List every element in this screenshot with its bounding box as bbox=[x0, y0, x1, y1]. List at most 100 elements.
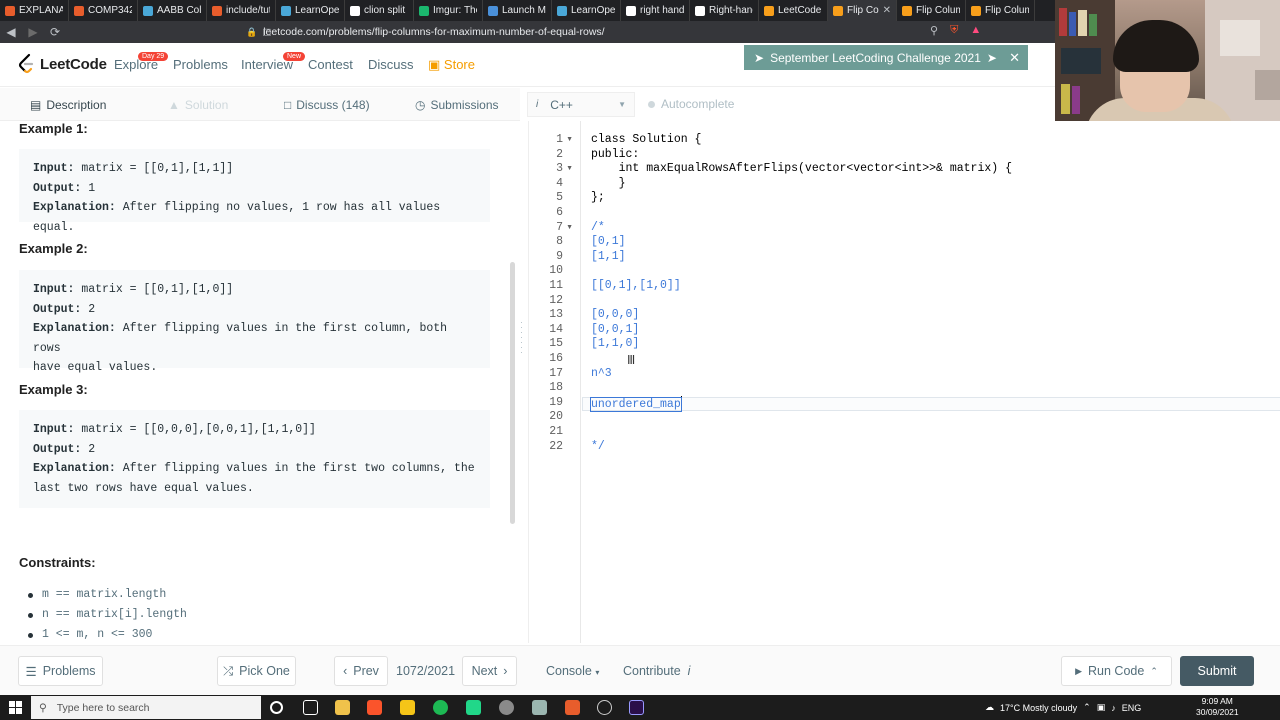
editor-footer: ☰ Problems ⤮ Pick One ‹ Prev 1072/2021 N… bbox=[0, 645, 1280, 695]
code-line[interactable]: */ bbox=[591, 440, 605, 453]
code-line[interactable]: }; bbox=[591, 191, 605, 204]
weather-text[interactable]: 17°C Mostly cloudy bbox=[1000, 703, 1077, 713]
browser-tab[interactable]: LeetCode - bbox=[759, 0, 828, 21]
tab-solution[interactable]: ▲ Solution bbox=[168, 98, 228, 112]
bookmark-icon[interactable]: □ bbox=[256, 25, 278, 39]
code-line[interactable]: public: bbox=[591, 148, 639, 161]
language-select[interactable]: i C++ ▼ bbox=[527, 92, 635, 117]
url-field[interactable]: 🔒 leetcode.com/problems/flip-columns-for… bbox=[246, 26, 605, 38]
browser-tab[interactable]: include/tute bbox=[207, 0, 276, 21]
browser-tab[interactable]: clion split sc bbox=[345, 0, 414, 21]
chevron-up-icon: ⌃ bbox=[1150, 665, 1158, 676]
clock-icon: ◷ bbox=[415, 98, 426, 112]
code-line[interactable]: [1,1] bbox=[591, 250, 626, 263]
code-line[interactable]: [1,1,0] bbox=[591, 337, 639, 350]
code-line[interactable]: int maxEqualRowsAfterFlips(vector<vector… bbox=[591, 162, 1012, 175]
close-tab-icon[interactable]: ✕ bbox=[883, 5, 891, 16]
tab-favicon-icon bbox=[281, 5, 291, 16]
brave-rewards-icon[interactable]: ▲ bbox=[970, 24, 981, 37]
cortana-icon[interactable] bbox=[270, 701, 283, 714]
windows-start-icon[interactable] bbox=[9, 701, 23, 715]
code-line[interactable]: /* bbox=[591, 221, 605, 234]
code-line[interactable]: [[0,1],[1,0]] bbox=[591, 279, 681, 292]
fold-chevron-icon[interactable]: ▼ bbox=[566, 165, 573, 172]
browser-tab[interactable]: LearnOpenG bbox=[276, 0, 345, 21]
code-line[interactable]: [0,0,0] bbox=[591, 308, 639, 321]
description-scrollbar[interactable] bbox=[510, 262, 515, 524]
tab-discuss[interactable]: □ Discuss (148) bbox=[284, 98, 370, 112]
autocomplete-toggle[interactable]: Autocomplete bbox=[648, 97, 734, 111]
browser-tab[interactable]: EXPLANATIO bbox=[0, 0, 69, 21]
problems-list-button[interactable]: ☰ Problems bbox=[18, 656, 103, 686]
example-input: matrix = [[0,1],[1,1]] bbox=[74, 162, 234, 175]
brave-browser-icon[interactable] bbox=[367, 700, 382, 715]
back-icon[interactable]: ◀ bbox=[0, 25, 22, 39]
browser-tab[interactable]: Flip Column bbox=[966, 0, 1035, 21]
browser-tab[interactable]: Flip Colu ✕ bbox=[828, 0, 897, 21]
file-explorer-icon[interactable] bbox=[335, 700, 350, 715]
spotify-icon[interactable] bbox=[433, 700, 448, 715]
tab-submissions[interactable]: ◷ Submissions bbox=[415, 98, 499, 112]
chevron-up-icon[interactable]: ⌃ bbox=[1083, 702, 1091, 713]
line-number: 17 bbox=[549, 366, 563, 380]
constraint-item: m == matrix.length bbox=[27, 588, 167, 601]
close-icon[interactable]: ✕ bbox=[1009, 50, 1020, 66]
code-line[interactable]: } bbox=[591, 177, 626, 190]
browser-tab[interactable]: Flip Column bbox=[897, 0, 966, 21]
reload-icon[interactable]: ⟳ bbox=[44, 25, 66, 39]
chevron-right-icon: › bbox=[503, 664, 508, 678]
code-line[interactable]: n^3 bbox=[591, 367, 612, 380]
tab-favicon-icon bbox=[488, 5, 498, 16]
brave-shield-icon[interactable]: ⛨ bbox=[950, 24, 958, 37]
console-toggle[interactable]: Console ▾ bbox=[546, 664, 599, 678]
panel-splitter-handle[interactable]: · · · · · · · bbox=[520, 318, 524, 370]
submit-button[interactable]: Submit bbox=[1180, 656, 1254, 686]
volume-icon[interactable]: ♪ bbox=[1111, 703, 1116, 713]
browser-tab[interactable]: Imgur: The m bbox=[414, 0, 483, 21]
app-icon[interactable] bbox=[565, 700, 580, 715]
app-icon[interactable] bbox=[532, 700, 547, 715]
tab-description[interactable]: ▤ Description bbox=[30, 98, 106, 112]
premiere-icon[interactable] bbox=[629, 700, 644, 715]
nav-discuss[interactable]: Discuss bbox=[368, 57, 414, 72]
code-line[interactable]: unordered_map bbox=[590, 395, 682, 412]
browser-tab[interactable]: Right-hand bbox=[690, 0, 759, 21]
run-code-button[interactable]: ▶ Run Code ⌃ bbox=[1061, 656, 1172, 686]
browser-tab[interactable]: LearnOpenG bbox=[552, 0, 621, 21]
zoom-icon[interactable]: ⚲ bbox=[930, 24, 938, 37]
taskbar-search-input[interactable]: ⚲ Type here to search bbox=[31, 696, 261, 719]
pick-one-button[interactable]: ⤮ Pick One bbox=[217, 656, 296, 686]
fold-chevron-icon[interactable]: ▼ bbox=[566, 136, 573, 143]
browser-tab[interactable]: Launch Mee bbox=[483, 0, 552, 21]
leetcode-logo[interactable]: LeetCode bbox=[18, 53, 107, 75]
nav-contest[interactable]: Contest bbox=[308, 57, 353, 72]
fold-chevron-icon[interactable]: ▼ bbox=[566, 224, 573, 231]
forward-icon[interactable]: ▶ bbox=[22, 25, 44, 39]
next-button[interactable]: Next › bbox=[462, 656, 517, 686]
code-line[interactable]: [0,0,1] bbox=[591, 323, 639, 336]
nav-store[interactable]: ▣ Store bbox=[428, 57, 475, 73]
nav-problems[interactable]: Problems bbox=[173, 57, 228, 72]
search-icon: ⚲ bbox=[39, 701, 47, 714]
clion-icon[interactable] bbox=[466, 700, 481, 715]
code-line[interactable]: [0,1] bbox=[591, 235, 626, 248]
app-icon[interactable] bbox=[400, 700, 415, 715]
language-value: C++ bbox=[550, 97, 573, 112]
system-clock[interactable]: 9:09 AM 30/09/2021 bbox=[1196, 696, 1239, 718]
obs-icon[interactable] bbox=[597, 700, 612, 715]
network-icon[interactable]: ▣ bbox=[1097, 702, 1106, 713]
browser-tab[interactable]: right hand n bbox=[621, 0, 690, 21]
code-line[interactable]: class Solution { bbox=[591, 133, 701, 146]
task-view-icon[interactable] bbox=[303, 700, 318, 715]
code-editor[interactable]: 1 ▼ 2 3 ▼ 4 5 6 7 ▼ 8 9 10 11 12 13 14 15 16 17 18 19 20 21 22 c… bbox=[528, 121, 1280, 643]
settings-icon[interactable] bbox=[499, 700, 514, 715]
active-line-highlight bbox=[582, 396, 1280, 411]
run-code-label: Run Code bbox=[1088, 664, 1145, 678]
chevron-down-icon: ▾ bbox=[595, 668, 600, 677]
browser-tab[interactable]: AABB Collisi bbox=[138, 0, 207, 21]
challenge-banner[interactable]: ➤ September LeetCoding Challenge 2021 ➤ … bbox=[744, 45, 1028, 70]
contribute-button[interactable]: Contribute i bbox=[623, 664, 690, 678]
prev-button[interactable]: ‹ Prev bbox=[334, 656, 388, 686]
browser-tab[interactable]: COMP3421 bbox=[69, 0, 138, 21]
language-indicator[interactable]: ENG bbox=[1122, 703, 1142, 713]
